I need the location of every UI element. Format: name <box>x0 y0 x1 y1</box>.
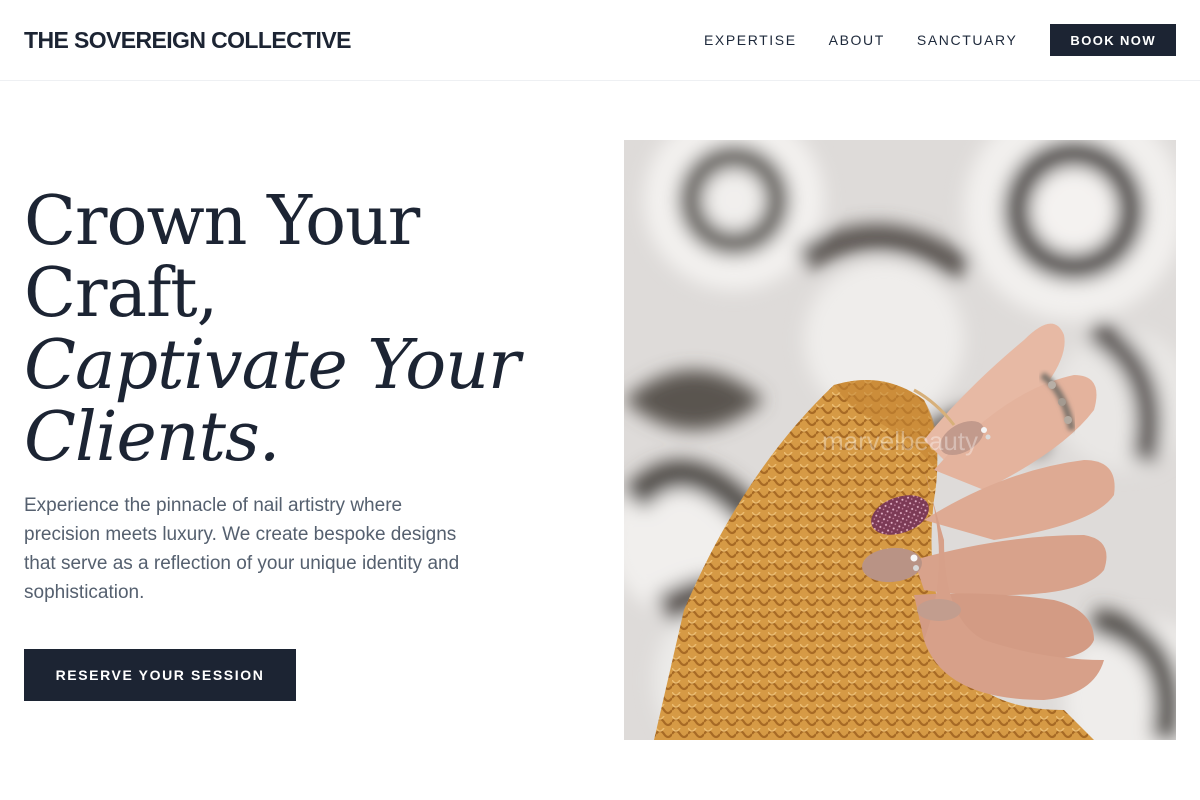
main-nav: EXPERTISE ABOUT SANCTUARY BOOK NOW <box>704 24 1176 56</box>
nav-link-sanctuary[interactable]: SANCTUARY <box>917 32 1018 48</box>
site-header: THE SOVEREIGN COLLECTIVE EXPERTISE ABOUT… <box>0 0 1200 81</box>
hero-headline: Crown Your Craft, Captivate Your Clients… <box>24 186 584 474</box>
nav-link-about[interactable]: ABOUT <box>829 32 885 48</box>
brand-logo[interactable]: THE SOVEREIGN COLLECTIVE <box>24 27 351 54</box>
book-now-button[interactable]: BOOK NOW <box>1050 24 1176 56</box>
headline-line-4: Clients. <box>24 398 280 477</box>
headline-line-1: Crown Your <box>24 182 420 261</box>
hero-image: marvelbeauty <box>624 140 1176 740</box>
manicure-photo-illustration: marvelbeauty <box>624 140 1176 740</box>
headline-line-2: Craft, <box>24 254 218 333</box>
hero-heading-block: Crown Your Craft, Captivate Your Clients… <box>24 186 584 474</box>
nav-link-expertise[interactable]: EXPERTISE <box>704 32 797 48</box>
hero-description: Experience the pinnacle of nail artistry… <box>24 495 460 603</box>
headline-line-3: Captivate Your <box>24 326 521 405</box>
reserve-session-button[interactable]: RESERVE YOUR SESSION <box>24 649 296 701</box>
image-watermark: marvelbeauty <box>822 426 978 456</box>
